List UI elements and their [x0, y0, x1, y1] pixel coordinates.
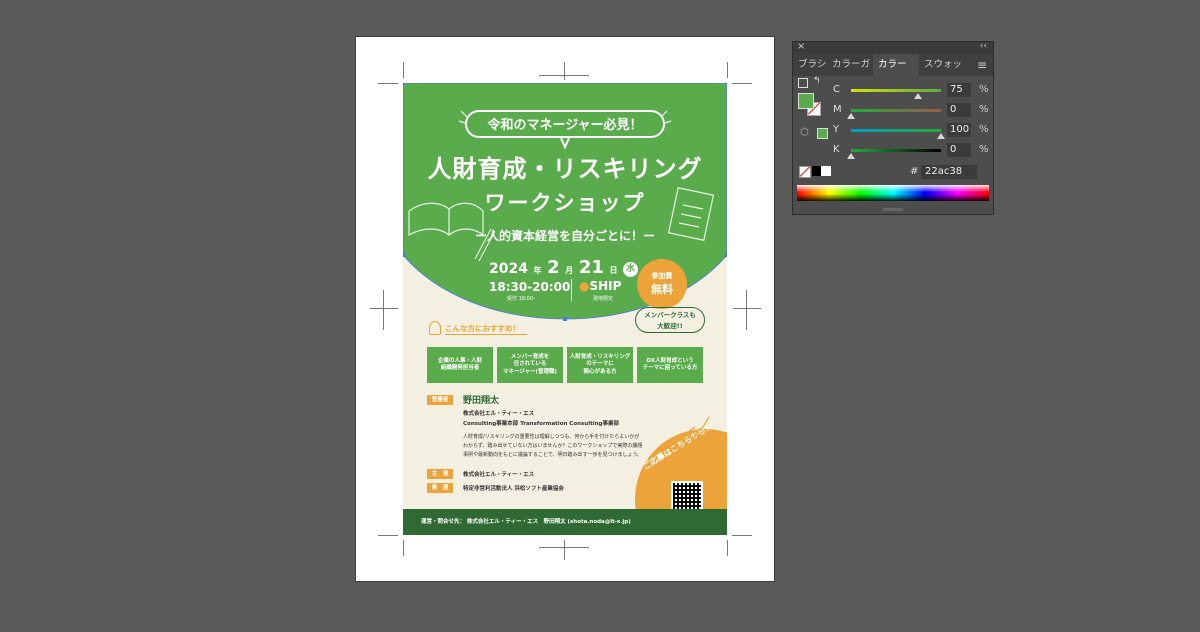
venue: ●SHIP [579, 279, 622, 293]
speaker-name: 野田翔太 [463, 396, 500, 406]
venue-note: 現地限定 [593, 296, 614, 302]
recommend-box-2: メンバー育成を 任されている マネージャー(管理職) [497, 347, 563, 383]
host-tag: 主 催 [427, 469, 453, 479]
fill-swatch[interactable] [798, 93, 814, 109]
color-panel[interactable]: × ‹‹ ブラシ カラーガ カラー スウォッ ≡ ↰ ⬡ C 75 % M 0 … [792, 41, 994, 215]
slider-c[interactable]: C 75 % [833, 82, 993, 100]
panel-titlebar[interactable]: × ‹‹ [793, 41, 993, 54]
color-spectrum[interactable] [797, 185, 989, 201]
recommend-box-1: 企業の人事・人財 組織開発担当者 [427, 347, 493, 383]
tab-color[interactable]: カラー [873, 54, 919, 76]
lightbulb-icon [429, 321, 441, 335]
description-line-3: 事例や最新動向をもとに議論することで、明日踏み出す一歩を見つけましょう。 [463, 452, 643, 458]
k-value-input[interactable]: 0 [947, 143, 971, 157]
headline-pill: 令和のマネージャー必見！ [465, 110, 665, 138]
default-colors-icon[interactable] [798, 78, 808, 88]
support-tag: 後 援 [427, 483, 453, 493]
title-line-1: 人財育成・リスキリング [427, 155, 703, 183]
location-pin-icon: ● [579, 279, 590, 293]
subtitle: ー人的資本経営を自分ごとに！ー [474, 229, 655, 243]
fee-badge: 参加費 無料 [637, 259, 687, 309]
reception-time: 受付 18:00- [507, 296, 535, 302]
recommend-heading: こんな方におすすめ！ [445, 324, 520, 333]
event-date: 2024 年 2 月 21 日 水 [489, 257, 639, 278]
recommend-box-4: DX人財育成という テーマに困っている方 [637, 347, 703, 383]
y-value-input[interactable]: 100 [947, 123, 971, 137]
speaker-org-1: 株式会社エル・ティー・エス [463, 411, 535, 417]
white-swatch[interactable] [821, 166, 831, 176]
speaker-tag: 登壇者 [427, 395, 453, 405]
m-value-input[interactable]: 0 [947, 103, 971, 117]
title-line-2: ワークショップ [484, 191, 646, 215]
c-value-input[interactable]: 75 [947, 83, 971, 97]
support-name: 特定非営利活動法人 浜松ソフト産業協会 [463, 486, 564, 492]
footer-bar: 運営・問合せ先： 株式会社エル・ティー・エス 野田翔太 (shota.noda@… [403, 509, 727, 535]
slider-y[interactable]: Y 100 % [833, 122, 993, 140]
none-swatch[interactable] [799, 166, 811, 178]
pointing-hand-icon [689, 416, 710, 442]
tab-color-guide[interactable]: カラーガ [827, 54, 873, 76]
tab-swatches[interactable]: スウォッ [919, 54, 971, 76]
weekday-badge: 水 [623, 262, 639, 277]
description-line-2: わからず、踏み出せていない方はいませんか？このワークショップで実際の課題 [463, 443, 643, 449]
event-time: 18:30-20:00 [489, 280, 571, 294]
hex-input[interactable]: 22ac38 [921, 165, 977, 179]
slider-k[interactable]: K 0 % [833, 142, 993, 160]
panel-tabs: ブラシ カラーガ カラー スウォッ ≡ [793, 54, 993, 76]
slider-m[interactable]: M 0 % [833, 102, 993, 120]
recommend-box-3: 人財育成・リスキリング のテーマに 関心がある方 [567, 347, 633, 383]
close-icon[interactable]: × [797, 41, 805, 52]
tab-brush[interactable]: ブラシ [793, 54, 827, 76]
hex-label: # [910, 166, 919, 177]
gamut-cube-icon[interactable]: ⬡ [800, 127, 809, 138]
resize-handle[interactable] [883, 208, 903, 211]
flyer[interactable]: 令和のマネージャー必見！ 人財育成・リスキリング ワークショップ ー人的資本経営… [403, 83, 727, 535]
speaker-org-2: Consulting事業本部 Transformation Consulting… [463, 421, 619, 427]
host-name: 株式会社エル・ティー・エス [463, 472, 535, 478]
panel-menu-icon[interactable]: ≡ [977, 54, 993, 76]
swap-colors-icon[interactable]: ↰ [813, 76, 821, 86]
gamut-swatch[interactable] [817, 128, 828, 139]
description-line-1: 人財育成/リスキリングの重要性は理解しつつも、何から手を付けたらよいかが [463, 434, 640, 440]
collapse-icon[interactable]: ‹‹ [980, 41, 987, 51]
member-bubble: メンバークラスも 大歓迎!! [635, 307, 705, 333]
